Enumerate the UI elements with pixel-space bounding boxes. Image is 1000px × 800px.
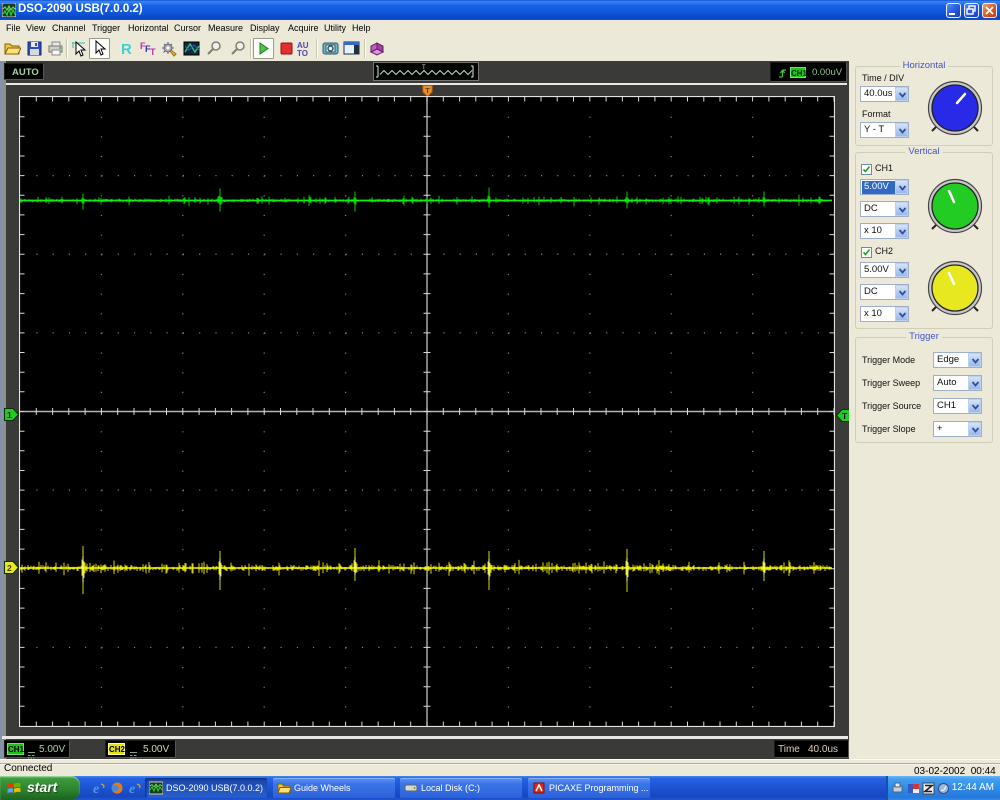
svg-text:R: R	[121, 41, 132, 57]
svg-text:T: T	[842, 411, 848, 421]
svg-text:2: 2	[7, 563, 12, 573]
svg-text:T: T	[425, 86, 430, 95]
svg-text:TO: TO	[297, 49, 308, 57]
svg-text:1: 1	[7, 410, 12, 420]
svg-text:T: T	[150, 47, 156, 57]
svg-text:e: e	[93, 782, 99, 795]
svg-text:e: e	[129, 782, 135, 795]
